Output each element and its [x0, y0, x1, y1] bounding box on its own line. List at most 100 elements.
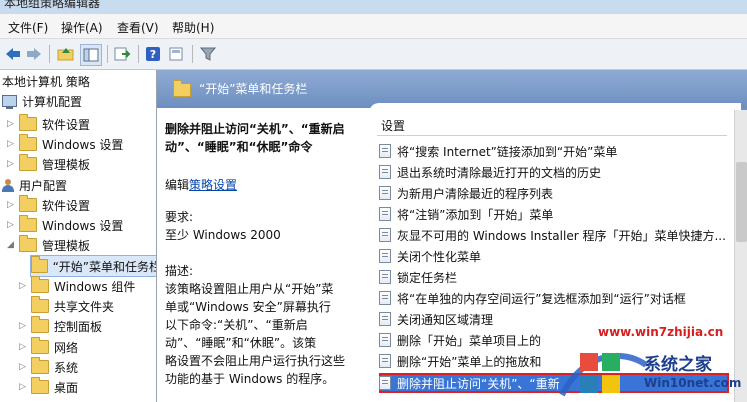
description-line: 以下命令:“关机”、“重新启: [165, 318, 308, 332]
tree-computer-config[interactable]: 计算机配置: [2, 91, 82, 111]
show-hide-tree-icon[interactable]: [80, 44, 102, 66]
forward-arrow-icon[interactable]: [24, 44, 44, 64]
list-item-label: 关闭个性化菜单: [397, 249, 482, 264]
description-line: 功能的基于 Windows 的程序。: [165, 372, 335, 386]
list-item-label: 关闭通知区域清理: [397, 312, 494, 327]
tree-c-windows[interactable]: ▷ Windows 设置: [6, 134, 123, 154]
list-item[interactable]: 灰显不可用的 Windows Installer 程序「开始」菜单快捷方...: [379, 225, 729, 245]
expand-arrow-icon[interactable]: ▷: [18, 382, 27, 392]
expand-arrow-icon[interactable]: ▷: [6, 159, 15, 169]
tree-label: Windows 组件: [54, 279, 136, 294]
tree-c-templates[interactable]: ▷ 管理模板: [6, 154, 90, 174]
tree-label: 用户配置: [19, 178, 68, 193]
toolbar: ?: [0, 39, 747, 70]
folder-icon: [31, 296, 49, 313]
policy-setting-icon: [379, 354, 391, 368]
list-item-label: 为新用户清除最近的程序列表: [397, 186, 554, 201]
collapse-arrow-icon[interactable]: ◢: [6, 240, 15, 250]
policy-setting-icon: [379, 312, 391, 326]
tree-label: 系统: [54, 360, 79, 375]
tree-u-windows[interactable]: ▷ Windows 设置: [6, 215, 123, 235]
list-item-label: 锁定任务栏: [397, 270, 458, 285]
folder-icon: [31, 276, 49, 293]
details-title: “开始”菜单和任务栏: [199, 82, 308, 96]
expand-arrow-icon[interactable]: ▷: [18, 342, 27, 352]
tree-start-menu[interactable]: “开始”菜单和任务栏: [30, 255, 157, 277]
description-line: 单或“Windows 安全”屏幕执行: [165, 300, 331, 314]
list-item[interactable]: 将“注销”添加到「开始」菜单: [379, 204, 729, 224]
folder-icon: [19, 195, 37, 212]
tree-label: 管理模板: [42, 238, 91, 253]
policy-title-line: 动”、“睡眠”和“休眠”命令: [165, 140, 313, 154]
help-icon[interactable]: ?: [143, 44, 163, 64]
edit-policy-link[interactable]: 策略设置: [189, 178, 237, 192]
folder-icon: [19, 114, 37, 131]
list-item[interactable]: 锁定任务栏: [379, 267, 729, 287]
expand-arrow-icon[interactable]: ▷: [6, 220, 15, 230]
menu-help[interactable]: 帮助(H): [172, 19, 214, 36]
list-item[interactable]: 将“在单独的内存空间运行”复选框添加到“运行”对话框: [379, 288, 729, 308]
folder-icon: [19, 154, 37, 171]
tree-system[interactable]: ▷ 系统: [18, 357, 78, 377]
requirements-label: 要求:: [165, 210, 194, 224]
menu-action[interactable]: 操作(A): [61, 19, 103, 36]
tree-user-config[interactable]: 用户配置: [2, 175, 67, 195]
tree-win-components[interactable]: ▷ Windows 组件: [18, 276, 135, 296]
description-line: 该策略设置阻止用户从“开始”菜: [165, 282, 334, 296]
expand-arrow-icon[interactable]: ▷: [6, 119, 15, 129]
folder-icon: [173, 80, 191, 97]
list-item[interactable]: 关闭个性化菜单: [379, 246, 729, 266]
tree-label: 网络: [54, 340, 79, 355]
scrollbar-thumb[interactable]: [736, 162, 747, 242]
menu-file[interactable]: 文件(F): [8, 19, 48, 36]
toolbar-separator: [107, 45, 108, 63]
expand-arrow-icon[interactable]: ▷: [6, 200, 15, 210]
list-item-label: 将“搜索 Internet”链接添加到“开始”菜单: [397, 144, 618, 159]
toolbar-separator: [138, 45, 139, 63]
policy-setting-icon: [379, 207, 391, 221]
policy-setting-icon: [379, 376, 391, 390]
list-item[interactable]: 为新用户清除最近的程序列表: [379, 183, 729, 203]
settings-column-header[interactable]: 设置: [381, 117, 405, 134]
list-item-label: 删除“开始”菜单上的拖放和: [397, 354, 542, 369]
watermark-brand: 系统之家: [644, 355, 712, 375]
menu-view[interactable]: 查看(V): [117, 19, 159, 36]
watermark-url: www.win7zhijia.cn: [598, 325, 724, 339]
properties-icon[interactable]: [166, 44, 186, 64]
tree-u-software[interactable]: ▷ 软件设置: [6, 195, 90, 215]
policy-setting-icon: [379, 270, 391, 284]
policy-setting-icon: [379, 165, 391, 179]
tree-label: 控制面板: [54, 319, 103, 334]
expand-arrow-icon[interactable]: ▷: [18, 362, 27, 372]
up-folder-icon[interactable]: [56, 44, 76, 64]
tree-network[interactable]: ▷ 网络: [18, 337, 78, 357]
tree-u-templates[interactable]: ◢ 管理模板: [6, 235, 90, 255]
expand-arrow-icon[interactable]: ▷: [6, 139, 15, 149]
list-item-label: 将“在单独的内存空间运行”复选框添加到“运行”对话框: [397, 291, 686, 306]
folder-icon: [19, 235, 37, 252]
requirements-value: 至少 Windows 2000: [165, 228, 281, 242]
back-arrow-icon[interactable]: [3, 44, 23, 64]
policy-setting-icon: [379, 291, 391, 305]
export-list-icon[interactable]: [112, 44, 132, 64]
expand-arrow-icon[interactable]: ▷: [18, 281, 27, 291]
header-divider: [377, 135, 727, 136]
tree-c-software[interactable]: ▷ 软件设置: [6, 114, 90, 134]
tree-label: “开始”菜单和任务栏: [52, 259, 157, 274]
list-item-label: 退出系统时清除最近打开的文档的历史: [397, 165, 602, 180]
tree-label: Windows 设置: [42, 137, 124, 152]
filter-icon[interactable]: [198, 44, 218, 64]
tree-label: 计算机配置: [22, 94, 83, 109]
tree-root[interactable]: 本地计算机 策略: [2, 71, 90, 91]
expand-arrow-icon[interactable]: ▷: [18, 321, 27, 331]
tree-shared-folders[interactable]: 共享文件夹: [31, 296, 114, 316]
list-item[interactable]: 将“搜索 Internet”链接添加到“开始”菜单: [379, 141, 729, 161]
list-item-label: 删除「开始」菜单项目上的: [397, 333, 542, 348]
tree-desktop[interactable]: ▷ 桌面: [18, 377, 78, 397]
title-bar: 本地组策略编辑器: [0, 0, 747, 14]
list-item[interactable]: 退出系统时清除最近打开的文档的历史: [379, 162, 729, 182]
tree-control-panel[interactable]: ▷ 控制面板: [18, 316, 102, 336]
tree-label: 软件设置: [42, 117, 91, 132]
folder-icon: [31, 337, 49, 354]
tree-label: 管理模板: [42, 157, 91, 172]
